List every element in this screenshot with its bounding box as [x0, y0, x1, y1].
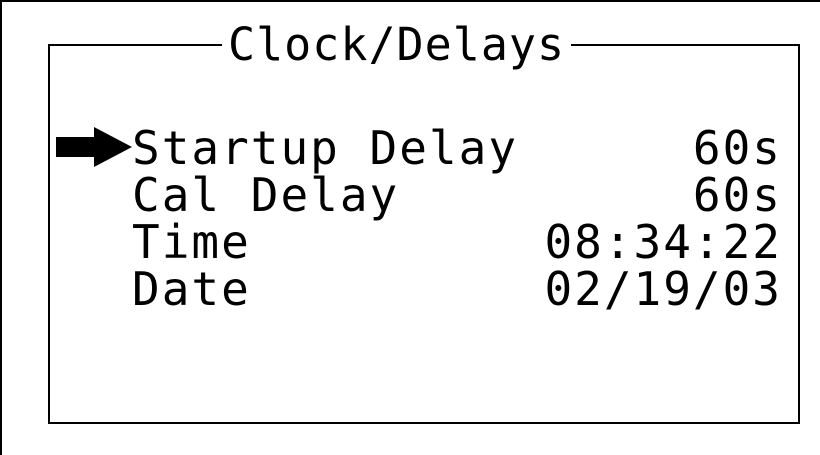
menu-item-label: Startup Delay [132, 121, 519, 175]
menu-item-label: Date [132, 262, 251, 316]
menu-title: Clock/Delays [222, 20, 572, 70]
menu-item-date[interactable]: Date 02/19/03 [132, 266, 782, 313]
menu-item-value: 60s [692, 168, 782, 222]
menu-item-label: Time [132, 215, 251, 269]
menu-item-value: 60s [692, 121, 782, 175]
menu-item-time[interactable]: Time 08:34:22 [132, 219, 782, 266]
selection-arrow-icon [56, 127, 132, 167]
menu-items: Startup Delay 60s Cal Delay 60s Time 08:… [132, 125, 782, 313]
menu-item-cal-delay[interactable]: Cal Delay 60s [132, 172, 782, 219]
menu-item-value: 02/19/03 [544, 262, 782, 316]
menu-item-startup-delay[interactable]: Startup Delay 60s [132, 125, 782, 172]
lcd-screen: Clock/Delays Startup Delay 60s Cal Delay… [0, 0, 820, 455]
menu-item-label: Cal Delay [132, 168, 400, 222]
menu-item-value: 08:34:22 [544, 215, 782, 269]
